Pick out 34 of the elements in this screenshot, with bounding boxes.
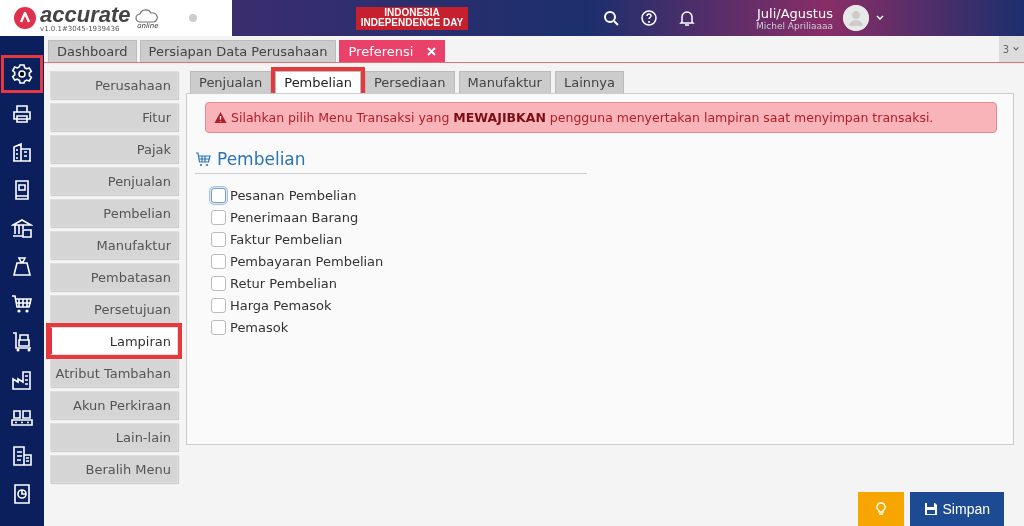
- tab[interactable]: Dashboard: [48, 40, 137, 62]
- save-button[interactable]: Simpan: [909, 492, 1004, 526]
- checkbox-label[interactable]: Retur Pembelian: [230, 276, 337, 291]
- tab-count[interactable]: 3: [998, 36, 1024, 62]
- menu-item[interactable]: Perusahaan: [50, 71, 178, 99]
- menu-item[interactable]: Beralih Menu: [50, 455, 178, 483]
- checkbox-label[interactable]: Pemasok: [230, 320, 289, 335]
- user-name: Michel Apriliaaaa: [756, 20, 833, 31]
- menu-item[interactable]: Persetujuan: [50, 295, 178, 323]
- logo-text: accurate: [40, 3, 131, 26]
- menu-item[interactable]: Lain-lain: [50, 423, 178, 451]
- menu-item[interactable]: Pajak: [50, 135, 178, 163]
- menu-item[interactable]: Pembelian: [50, 199, 178, 227]
- tab[interactable]: Persediaan: [364, 71, 455, 93]
- alert-text: Silahkan pilih Menu Transaksi yang MEWAJIBKAN pengguna menyertakan lampiran saat menyimpan transaksi.: [231, 110, 934, 125]
- menu-item[interactable]: Atribut Tambahan: [50, 359, 178, 387]
- checkbox-label[interactable]: Pesanan Pembelian: [230, 188, 357, 203]
- tab[interactable]: Persiapan Data Perusahaan: [139, 40, 337, 62]
- tab[interactable]: Penjualan: [190, 71, 272, 93]
- banner-title: INDONESIA INDEPENDENCE DAY: [355, 6, 469, 30]
- tab[interactable]: Preferensi: [339, 40, 446, 62]
- menu-item[interactable]: Penjualan: [50, 167, 178, 195]
- checkbox-label[interactable]: Pembayaran Pembelian: [230, 254, 384, 269]
- menu-item[interactable]: Fitur: [50, 103, 178, 131]
- tab[interactable]: Manufaktur: [458, 71, 551, 93]
- menu-item[interactable]: Pembatasan: [50, 263, 178, 291]
- checkbox-label[interactable]: Faktur Pembelian: [230, 232, 343, 247]
- menu-item[interactable]: Akun Perkiraan: [50, 391, 178, 419]
- menu-item[interactable]: Manufaktur: [50, 231, 178, 259]
- tab[interactable]: Lainnya: [554, 71, 624, 93]
- section-title: Pembelian: [217, 149, 306, 169]
- period-label[interactable]: Juli/Agustus: [757, 5, 833, 21]
- checkbox-label[interactable]: Harga Pemasok: [230, 298, 332, 313]
- checkbox-label[interactable]: Penerimaan Barang: [230, 210, 359, 225]
